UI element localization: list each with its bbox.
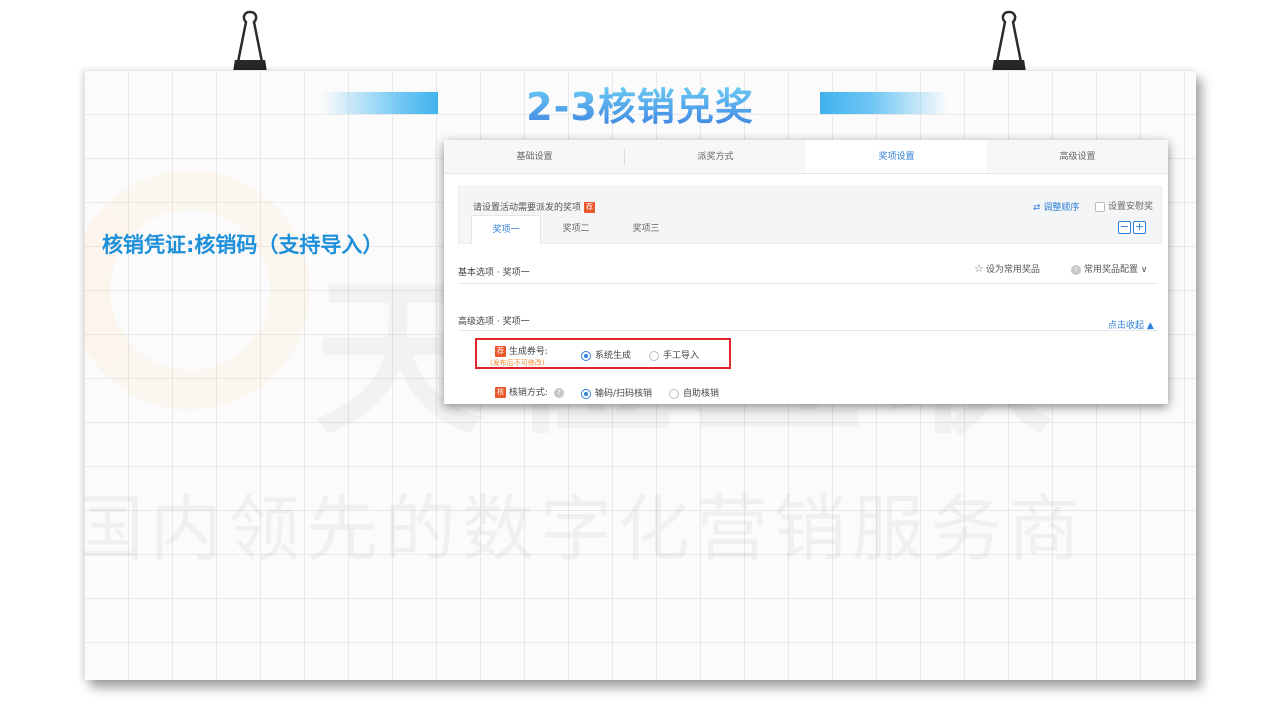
- option-manual-import[interactable]: 手工导入: [649, 348, 699, 361]
- consolation-option[interactable]: 设置安慰奖: [1095, 199, 1153, 212]
- prize-config-box: 请设置活动需要派发的奖项荐 ⇄ 调整顺序 设置安慰奖 奖项一 奖项二 奖项三 −…: [458, 186, 1162, 244]
- generate-code-text: 生成券号:: [508, 347, 548, 357]
- verify-method-label: 核 核销方式: ?: [492, 385, 567, 398]
- add-prize-button[interactable]: +: [1133, 221, 1146, 234]
- consolation-checkbox[interactable]: [1095, 201, 1105, 212]
- favorite-config-dropdown[interactable]: ? 常用奖品配置 ∨: [1071, 262, 1147, 275]
- tab-basic-settings[interactable]: 基础设置: [444, 140, 625, 173]
- option-self-label: 自助核销: [683, 389, 720, 399]
- question-icon[interactable]: ?: [553, 387, 564, 398]
- divider: [458, 330, 1158, 331]
- tab-award-method[interactable]: 派奖方式: [625, 140, 806, 173]
- tab-prize-settings[interactable]: 奖项设置: [806, 140, 987, 173]
- watermark-logo-ring: [84, 170, 310, 410]
- tab-advanced-settings[interactable]: 高级设置: [987, 140, 1168, 173]
- prize-hint: 请设置活动需要派发的奖项荐: [473, 200, 596, 213]
- divider: [458, 283, 1158, 284]
- remove-prize-button[interactable]: −: [1118, 221, 1131, 234]
- question-icon: ?: [1071, 264, 1081, 275]
- option-self-verify[interactable]: 自助核销: [669, 386, 719, 399]
- prize-hint-text: 请设置活动需要派发的奖项: [473, 203, 582, 213]
- basic-section-title: 基本选项 · 奖项一: [458, 268, 530, 278]
- prize-tabs: 奖项一 奖项二 奖项三: [471, 215, 681, 244]
- settings-panel: 基础设置 派奖方式 奖项设置 高级设置 请设置活动需要派发的奖项荐 ⇄ 调整顺序…: [444, 140, 1168, 404]
- radio-self-verify[interactable]: [669, 388, 679, 399]
- advanced-section-title: 高级选项 · 奖项一: [458, 317, 530, 327]
- radio-system-generate[interactable]: [581, 350, 591, 361]
- radio-scan-verify[interactable]: [581, 388, 591, 399]
- prize-count-controls: − +: [1118, 221, 1146, 234]
- generate-code-note: (发布后不可修改): [490, 359, 545, 367]
- generate-code-label: 荐 生成券号:: [492, 344, 548, 357]
- recommend-badge: 荐: [584, 202, 596, 213]
- tab-prize-1[interactable]: 奖项一: [471, 215, 541, 244]
- title-decor-left: [322, 92, 438, 114]
- verify-text: 核销方式:: [508, 388, 548, 398]
- slide-title: 2-3核销兑奖: [500, 82, 780, 132]
- option-scan-verify[interactable]: 输码/扫码核销: [581, 386, 652, 399]
- set-favorite-button[interactable]: ☆ 设为常用奖品: [974, 262, 1040, 275]
- settings-tabs: 基础设置 派奖方式 奖项设置 高级设置: [444, 140, 1168, 174]
- radio-manual-import[interactable]: [649, 350, 659, 361]
- option-system-label: 系统生成: [595, 351, 632, 361]
- tab-prize-3[interactable]: 奖项三: [611, 215, 681, 244]
- set-favorite-label: 设为常用奖品: [985, 265, 1040, 275]
- option-scan-label: 输码/扫码核销: [595, 389, 653, 399]
- option-system-generate[interactable]: 系统生成: [581, 348, 631, 361]
- tab-prize-2[interactable]: 奖项二: [541, 215, 611, 244]
- verify-badge: 核: [495, 387, 506, 398]
- slide-caption: 核销凭证:核销码（支持导入）: [102, 233, 384, 257]
- consolation-label: 设置安慰奖: [1108, 202, 1154, 212]
- slide: 天橙互联 国内领先的数字化营销服务商 2-3核销兑奖 核销凭证:核销码（支持导入…: [0, 0, 1280, 720]
- watermark-slogan: 国内领先的数字化营销服务商: [84, 470, 1086, 575]
- title-decor-right: [820, 92, 948, 114]
- favorite-config-label: 常用奖品配置 ∨: [1084, 265, 1148, 275]
- option-manual-label: 手工导入: [663, 351, 700, 361]
- generate-code-badge: 荐: [495, 346, 506, 357]
- star-icon: ☆: [974, 262, 984, 275]
- reorder-link[interactable]: ⇄ 调整顺序: [1033, 200, 1079, 213]
